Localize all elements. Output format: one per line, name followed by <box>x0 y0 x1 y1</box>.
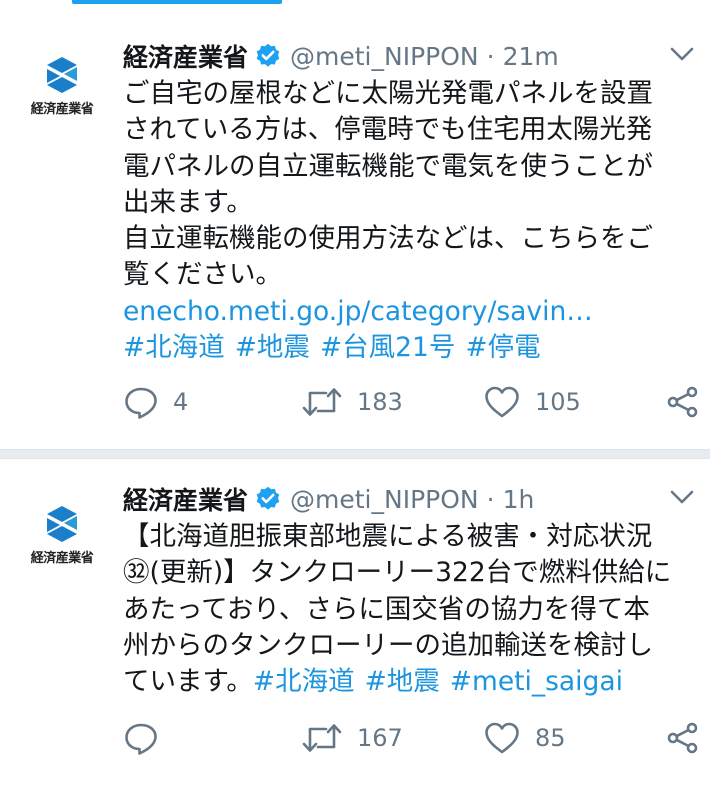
tweet-text-line: あたっており、さらに国交省の協力を得て本 <box>123 593 650 625</box>
share-button[interactable] <box>665 382 701 422</box>
tweet-text-line: 電パネルの自立運転機能で電気を使うことが <box>123 150 653 182</box>
heart-icon <box>485 386 519 418</box>
tweet-header: 経済産業省 @meti_NIPPON · 1h <box>123 479 534 519</box>
tweet-link[interactable]: enecho.meti.go.jp/category/savin… <box>123 294 695 330</box>
user-handle[interactable]: @meti_NIPPON <box>290 485 479 514</box>
chevron-down-icon[interactable] <box>668 42 696 66</box>
separator-dot: · <box>486 484 495 514</box>
retweet-count: 183 <box>357 388 403 416</box>
retweet-count: 167 <box>357 724 403 752</box>
meti-logo-icon <box>47 56 77 93</box>
like-count: 85 <box>535 724 566 752</box>
hashtag-link[interactable]: #meti_saigai <box>450 666 623 697</box>
tweet-header: 経済産業省 @meti_NIPPON · 21m <box>123 36 559 76</box>
like-count: 105 <box>535 388 581 416</box>
tweet-divider <box>0 449 710 459</box>
hashtag-link[interactable]: #台風21号 <box>320 332 455 363</box>
retweet-button[interactable]: 183 <box>301 382 403 422</box>
top-tab-bar <box>0 0 710 8</box>
retweet-icon <box>302 388 342 416</box>
user-handle[interactable]: @meti_NIPPON <box>290 42 479 71</box>
tweet-text-line: されている方は、停電時でも住宅用太陽光発 <box>123 114 653 146</box>
tweet-card[interactable]: 経済産業省 経済産業省 @meti_NIPPON · 21m ご自宅の屋根などに… <box>0 8 710 449</box>
hashtag-link[interactable]: #地震 <box>365 666 440 697</box>
tweet-text-line: 自立運転機能の使用方法などは、こちらをご <box>123 223 653 255</box>
heart-icon <box>485 722 519 754</box>
tweet-text-line: 州からのタンクローリーの追加輸送を検討し <box>123 629 653 661</box>
tweet-text-line: ご自宅の屋根などに太陽光発電パネルを設置 <box>123 78 653 109</box>
timestamp[interactable]: 21m <box>503 42 559 71</box>
tweet-actions: 4 183 105 <box>123 382 703 422</box>
tweet-text-line: 覧ください。 <box>123 259 282 291</box>
verified-badge-icon <box>254 485 282 513</box>
tweet-text-line: 【北海道胆振東部地震による被害・対応状況 <box>123 521 653 552</box>
meti-logo-icon <box>47 505 77 542</box>
separator-dot: · <box>486 41 495 71</box>
verified-badge-icon <box>254 42 282 70</box>
reply-icon <box>125 723 157 755</box>
share-button[interactable] <box>665 718 701 758</box>
avatar-caption: 経済産業省 <box>30 101 94 117</box>
hashtag-link[interactable]: #北海道 <box>253 666 355 697</box>
reply-button[interactable] <box>123 718 173 758</box>
reply-icon <box>125 387 157 419</box>
reply-count: 4 <box>173 388 189 416</box>
hashtag-link[interactable]: #停電 <box>465 332 540 363</box>
tweet-text-line: 出来ます。 <box>123 186 253 218</box>
tweet-actions: 167 85 <box>123 718 703 758</box>
retweet-icon <box>302 724 342 752</box>
tweet-text-line: ています。#北海道 #地震 #meti_saigai <box>123 664 695 700</box>
share-icon <box>667 722 698 754</box>
tweet-text: 【北海道胆振東部地震による被害・対応状況 ㉜(更新)】タンクローリー322台で燃… <box>123 519 695 700</box>
like-button[interactable]: 85 <box>483 718 566 758</box>
avatar-caption: 経済産業省 <box>30 550 94 566</box>
tweet-card[interactable]: 経済産業省 経済産業省 @meti_NIPPON · 1h 【北海道胆振東部地震… <box>0 459 710 788</box>
share-icon <box>667 386 698 418</box>
active-tab-indicator <box>72 0 282 4</box>
tweet-text-fragment: ています。 <box>123 666 253 698</box>
tweet-text-line: ㉜(更新)】タンクローリー322台で燃料供給に <box>123 557 672 589</box>
like-button[interactable]: 105 <box>483 382 581 422</box>
retweet-button[interactable]: 167 <box>301 718 403 758</box>
hashtag-row: #北海道 #地震 #台風21号 #停電 <box>123 330 695 366</box>
timestamp[interactable]: 1h <box>503 485 535 514</box>
avatar[interactable]: 経済産業省 <box>14 38 110 134</box>
tweet-text: ご自宅の屋根などに太陽光発電パネルを設置 されている方は、停電時でも住宅用太陽光… <box>123 76 695 366</box>
reply-button[interactable]: 4 <box>123 382 188 422</box>
chevron-down-icon[interactable] <box>668 485 696 509</box>
display-name[interactable]: 経済産業省 <box>123 481 248 517</box>
avatar[interactable]: 経済産業省 <box>14 487 110 583</box>
hashtag-link[interactable]: #北海道 <box>123 332 225 363</box>
display-name[interactable]: 経済産業省 <box>123 38 248 74</box>
hashtag-link[interactable]: #地震 <box>235 332 310 363</box>
